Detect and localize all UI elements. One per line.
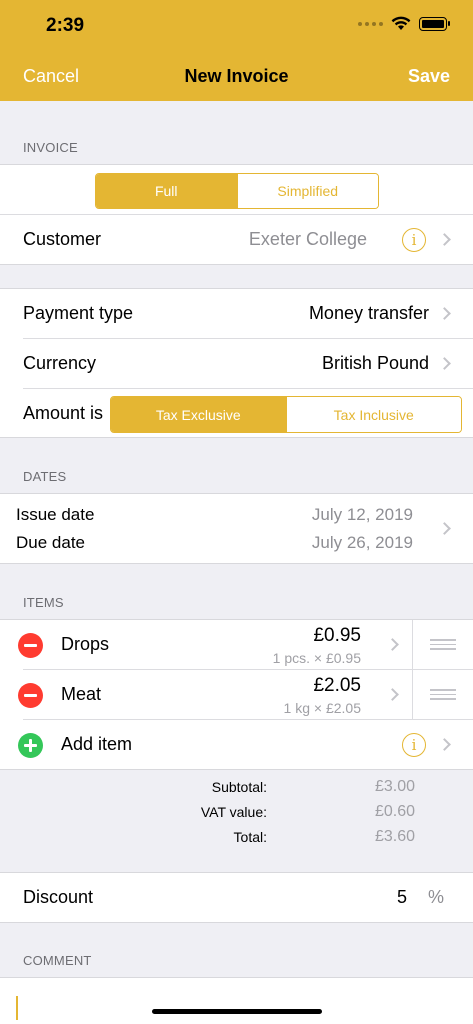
due-date-value: July 26, 2019: [311, 533, 413, 552]
chevron-right-icon: [438, 522, 451, 535]
payment-type-value: Money transfer: [308, 303, 429, 323]
subtotal-value: £3.00: [374, 778, 415, 795]
vat-label: VAT value:: [200, 804, 267, 820]
comment-section-header: COMMENT: [23, 953, 92, 968]
delete-item-button[interactable]: [18, 633, 43, 658]
status-icons: [358, 16, 450, 31]
segment-full[interactable]: Full: [96, 174, 237, 208]
customer-value: Exeter College: [248, 229, 367, 249]
items-group: Drops £0.95 1 pcs. × £0.95 Meat £2.05 1 …: [0, 619, 473, 770]
payment-type-label: Payment type: [23, 303, 134, 323]
status-time: 2:39: [46, 15, 85, 36]
text-cursor: [16, 996, 18, 1020]
item-name: Drops: [61, 634, 110, 654]
info-icon[interactable]: i: [402, 228, 426, 252]
items-section-header: ITEMS: [23, 595, 64, 610]
currency-row[interactable]: Currency British Pound: [0, 339, 473, 389]
comment-field[interactable]: [0, 977, 473, 1024]
amount-segmented-control: Tax Exclusive Tax Inclusive: [110, 396, 462, 433]
item-detail: 1 kg × £2.05: [283, 700, 361, 716]
drag-handle-icon[interactable]: [430, 639, 456, 651]
total-label: Total:: [233, 829, 267, 845]
item-price: £0.95: [313, 625, 361, 646]
item-detail: 1 pcs. × £0.95: [272, 650, 361, 666]
customer-label: Customer: [23, 229, 102, 249]
add-item-label: Add item: [61, 734, 133, 754]
segment-simplified[interactable]: Simplified: [236, 174, 378, 208]
list-item[interactable]: Drops £0.95 1 pcs. × £0.95: [0, 620, 473, 670]
delete-item-button[interactable]: [18, 683, 43, 708]
chevron-right-icon: [386, 688, 399, 701]
invoice-section-header: INVOICE: [23, 140, 78, 155]
discount-input[interactable]: 5: [397, 887, 407, 908]
add-item-row[interactable]: Add item i: [0, 720, 473, 770]
list-item[interactable]: Meat £2.05 1 kg × £2.05: [0, 670, 473, 720]
discount-label: Discount: [23, 887, 94, 907]
subtotal-label: Subtotal:: [211, 779, 267, 795]
amount-row: Amount is Tax Exclusive Tax Inclusive: [0, 389, 473, 439]
page-title: New Invoice: [184, 66, 289, 86]
amount-label: Amount is: [23, 403, 104, 423]
item-name: Meat: [61, 684, 102, 704]
navigation-bar: 2:39 Cancel New Invoice Save: [0, 0, 473, 101]
divider: [412, 620, 413, 670]
chevron-right-icon: [438, 307, 451, 320]
issue-date-label: Issue date: [16, 505, 95, 524]
info-icon[interactable]: i: [402, 733, 426, 757]
battery-icon: [419, 16, 450, 31]
segment-tax-exclusive[interactable]: Tax Exclusive: [111, 397, 286, 432]
invoice-type-segmented-control: Full Simplified: [95, 173, 379, 209]
home-indicator[interactable]: [152, 1009, 322, 1014]
chevron-right-icon: [438, 357, 451, 370]
chevron-right-icon: [438, 233, 451, 246]
payment-group: Payment type Money transfer Currency Bri…: [0, 288, 473, 438]
chevron-right-icon: [386, 638, 399, 651]
currency-value: British Pound: [321, 353, 429, 373]
vat-value: £0.60: [374, 803, 415, 820]
payment-type-row[interactable]: Payment type Money transfer: [0, 289, 473, 339]
wifi-icon: [391, 16, 411, 30]
chevron-right-icon: [438, 738, 451, 751]
signal-icon: [358, 21, 383, 26]
dates-group[interactable]: Issue date July 12, 2019 Due date July 2…: [0, 493, 473, 564]
segment-tax-inclusive[interactable]: Tax Inclusive: [285, 397, 461, 432]
divider: [412, 670, 413, 720]
invoice-group: Full Simplified Customer Exeter College …: [0, 164, 473, 265]
customer-row[interactable]: Customer Exeter College i: [0, 215, 473, 265]
total-value: £3.60: [374, 828, 415, 845]
drag-handle-icon[interactable]: [430, 689, 456, 701]
due-date-label: Due date: [16, 533, 85, 552]
dates-section-header: DATES: [23, 469, 67, 484]
item-price: £2.05: [313, 675, 361, 696]
discount-group: Discount 5 %: [0, 872, 473, 923]
add-item-icon[interactable]: [18, 733, 43, 758]
save-button[interactable]: Save: [408, 66, 450, 87]
discount-unit: %: [427, 887, 444, 907]
currency-label: Currency: [23, 353, 97, 373]
issue-date-value: July 12, 2019: [311, 505, 413, 524]
